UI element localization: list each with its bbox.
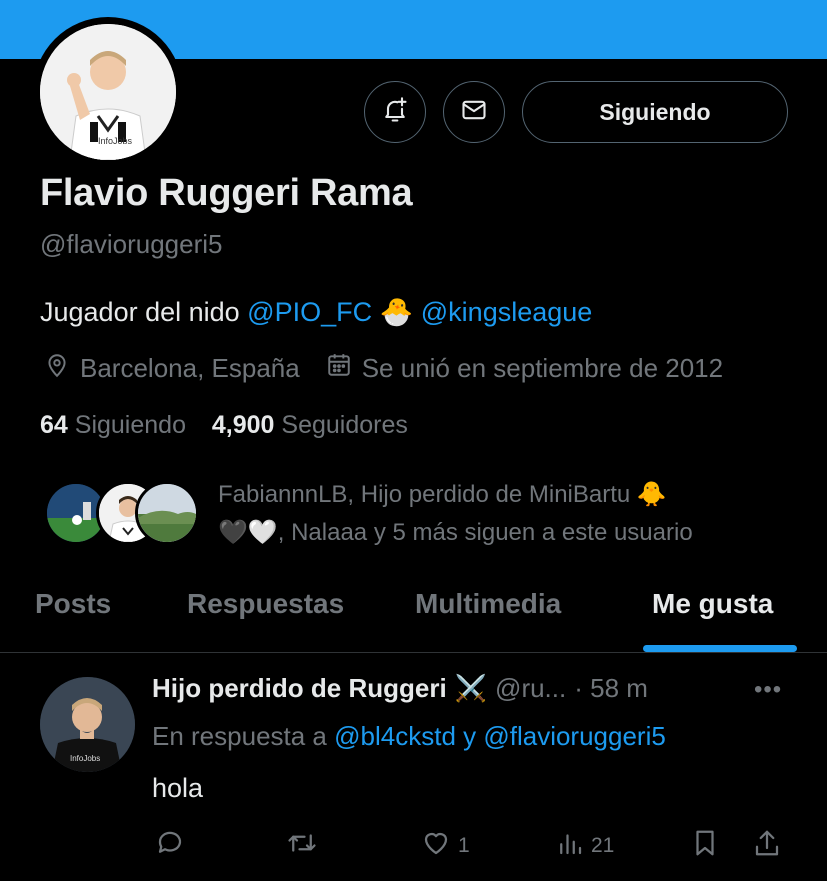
share-button[interactable] xyxy=(752,828,788,864)
like-button[interactable]: 1 xyxy=(420,828,470,864)
bio-mention-kingsleague[interactable]: @kingsleague xyxy=(421,297,593,327)
svg-text:InfoJobs: InfoJobs xyxy=(70,754,100,763)
views-count: 21 xyxy=(591,834,615,857)
bookmark-icon xyxy=(690,828,726,864)
active-tab-indicator xyxy=(643,645,797,652)
heart-icon xyxy=(420,828,458,864)
bio-mention-pio[interactable]: @PIO_FC xyxy=(247,297,372,327)
tab-me-gusta[interactable]: Me gusta xyxy=(652,588,773,620)
following-link[interactable]: 64 Siguiendo xyxy=(40,411,193,439)
tab-posts[interactable]: Posts xyxy=(35,588,111,620)
repost-icon xyxy=(285,828,325,864)
following-count: 64 xyxy=(40,411,68,439)
post-author-avatar[interactable]: InfoJobs xyxy=(40,677,135,772)
profile-avatar[interactable]: InfoJobs xyxy=(40,24,176,160)
reply-button[interactable] xyxy=(155,828,191,864)
following-label: Siguiendo xyxy=(74,411,186,439)
profile-joined: Se unió en septiembre de 2012 xyxy=(361,353,724,383)
profile-name: Flavio Ruggeri Rama xyxy=(40,172,413,214)
following-button[interactable]: Siguiendo xyxy=(522,81,788,143)
reply-mentions[interactable]: @bl4ckstd y @flavioruggeri5 xyxy=(334,721,666,751)
bookmark-button[interactable] xyxy=(690,828,726,864)
crossed-swords-emoji: ⚔️ xyxy=(454,673,488,703)
bell-plus-icon xyxy=(381,96,409,129)
post-time[interactable]: · 58 m xyxy=(574,673,648,704)
post-text: hola xyxy=(152,773,204,803)
reply-prefix: En respuesta a xyxy=(152,721,327,751)
post-reply-context: En respuesta a @bl4ckstd y @flaviorugger… xyxy=(152,721,666,752)
share-icon xyxy=(752,828,788,864)
tab-multimedia[interactable]: Multimedia xyxy=(415,588,561,620)
mail-icon xyxy=(460,96,488,129)
known-followers-text[interactable]: FabiannnLB, Hijo perdido de MiniBartu 🐥 … xyxy=(218,476,808,552)
known-followers-line2: 🖤🤍, Nalaaa y 5 más siguen a este usuario xyxy=(218,519,693,546)
profile-meta: Barcelona, España Se unió en septiembre … xyxy=(44,352,723,385)
known-followers-line1: FabiannnLB, Hijo perdido de MiniBartu 🐥 xyxy=(218,481,667,508)
followers-link[interactable]: 4,900 Seguidores xyxy=(212,411,408,439)
post-header: Hijo perdido de Ruggeri ⚔️ @ru... · 58 m xyxy=(152,673,648,704)
profile-handle: @flavioruggeri5 xyxy=(40,229,223,259)
calendar-icon xyxy=(326,352,362,385)
post-author-handle[interactable]: @ru... xyxy=(495,673,566,704)
like-count: 1 xyxy=(458,834,470,857)
reply-icon xyxy=(155,828,191,864)
svg-text:InfoJobs: InfoJobs xyxy=(98,136,133,146)
followers-label: Seguidores xyxy=(281,411,408,439)
views-button[interactable]: 21 xyxy=(555,828,614,864)
profile-stats: 64 Siguiendo 4,900 Seguidores xyxy=(40,411,408,440)
bio-text: Jugador del nido xyxy=(40,297,240,327)
post-author-name[interactable]: Hijo perdido de Ruggeri xyxy=(152,673,447,704)
known-follower-avatar[interactable] xyxy=(135,481,199,545)
profile-bio: Jugador del nido @PIO_FC 🐣 @kingsleague xyxy=(40,296,592,328)
post-more-button[interactable]: ••• xyxy=(754,676,782,704)
followers-count: 4,900 xyxy=(211,411,275,439)
hatching-chick-emoji: 🐣 xyxy=(379,297,414,327)
repost-button[interactable] xyxy=(285,828,325,864)
profile-tabs: Posts Respuestas Multimedia Me gusta xyxy=(0,582,827,653)
tab-respuestas[interactable]: Respuestas xyxy=(187,588,344,620)
notifications-button[interactable] xyxy=(364,81,426,143)
message-button[interactable] xyxy=(443,81,505,143)
profile-location: Barcelona, España xyxy=(80,353,300,383)
location-pin-icon xyxy=(44,352,80,385)
views-icon xyxy=(555,828,591,864)
